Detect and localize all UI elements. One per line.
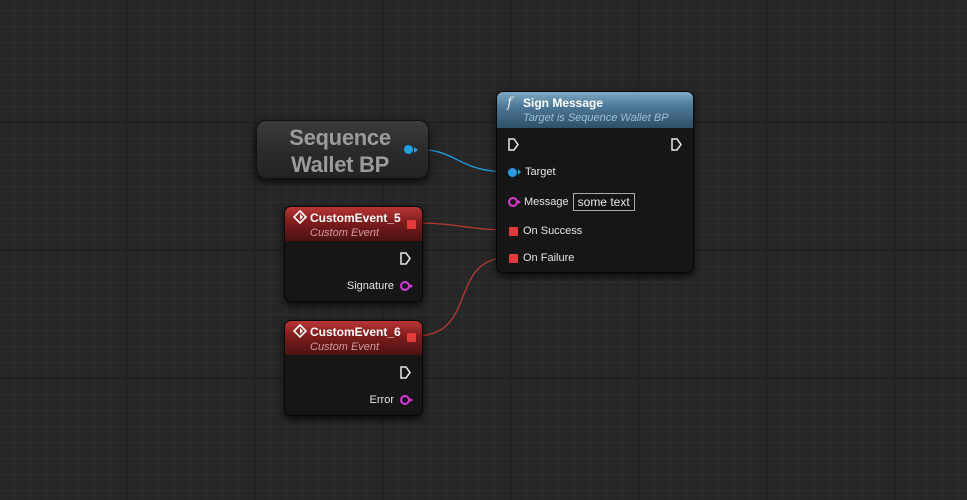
target-pin-arrow-icon [518,169,521,175]
on-success-pin-row[interactable]: On Success [509,225,582,237]
object-pin-icon[interactable] [404,145,413,154]
on-success-pin-icon[interactable] [509,226,518,236]
event-title: CustomEvent_5 [310,211,401,225]
node-subtitle: Target is Sequence Wallet BP [523,112,669,124]
target-pin-label: Target [525,166,556,178]
on-success-pin-label: On Success [523,225,583,237]
event-icon [293,210,307,224]
error-pin-label: Error [369,394,394,406]
exec-out-pin-icon[interactable] [400,366,411,379]
function-icon: f [507,95,513,111]
sign-message-node[interactable]: f Sign Message Target is Sequence Wallet… [496,91,694,273]
on-failure-pin-label: On Failure [523,252,575,264]
signature-pin-icon[interactable] [400,281,413,291]
delegate-pin-icon[interactable] [407,220,416,229]
target-pin-icon[interactable] [508,167,517,177]
event-subtitle: Custom Event [310,341,380,353]
event-subtitle: Custom Event [310,227,380,239]
exec-in-pin-icon[interactable] [508,138,519,151]
custom-event-6-node[interactable]: CustomEvent_6 Custom Event Error [284,320,423,416]
message-pin-label: Message [524,196,569,208]
wire-layer [413,148,512,337]
sign-message-header: f Sign Message Target is Sequence Wallet… [497,92,693,128]
error-pin-icon[interactable] [400,395,413,405]
on-failure-pin-row[interactable]: On Failure [509,252,574,264]
signature-pin-label: Signature [346,280,394,292]
message-pin-row[interactable]: Message some text [508,193,635,211]
on-failure-pin-icon[interactable] [509,253,518,263]
node-title: Sign Message [523,96,604,110]
custom-event-5-header: CustomEvent_5 Custom Event [285,207,422,241]
event-title: CustomEvent_6 [310,325,401,339]
variable-node-title: Sequence Wallet BP [289,125,391,177]
sequence-wallet-bp-node[interactable]: Sequence Wallet BP [256,120,429,179]
message-input[interactable]: some text [572,193,635,211]
message-pin-icon[interactable] [508,197,521,207]
target-pin-row[interactable]: Target [508,166,556,178]
custom-event-5-node[interactable]: CustomEvent_5 Custom Event Signature [284,206,423,302]
object-pin-arrow-icon [414,147,418,153]
exec-out-pin-icon[interactable] [671,138,682,151]
delegate-pin-icon[interactable] [407,333,416,342]
exec-out-pin-icon[interactable] [400,252,411,265]
custom-event-6-header: CustomEvent_6 Custom Event [285,321,422,355]
event-icon [293,324,307,338]
signature-pin-row[interactable]: Signature [346,280,413,292]
error-pin-row[interactable]: Error [369,394,413,406]
